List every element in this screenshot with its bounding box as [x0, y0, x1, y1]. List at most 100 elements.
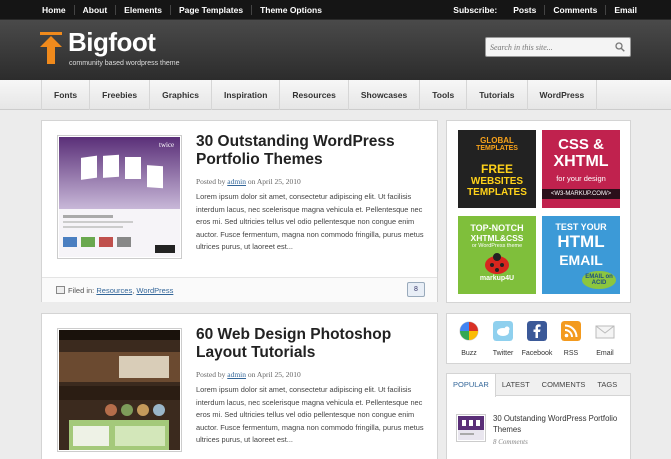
post-thumbnail[interactable] — [57, 328, 182, 452]
category-link-resources[interactable]: Resources — [96, 286, 132, 295]
social-label: RSS — [563, 350, 579, 357]
ad-line: XHTML&CSS — [470, 233, 524, 243]
topnav-page-templates[interactable]: Page Templates — [171, 5, 253, 15]
subscribe-comments[interactable]: Comments — [545, 5, 607, 15]
cat-resources[interactable]: Resources — [280, 80, 349, 110]
thumb-brand-text: twice — [159, 141, 174, 149]
comment-count-badge[interactable]: 8 — [407, 282, 425, 297]
site-header: Bigfoot community based wordpress theme — [0, 20, 671, 80]
facebook-icon — [527, 321, 547, 341]
ad-block: GLOBAL TEMPLATES FREE WEBSITES TEMPLATES… — [446, 120, 631, 303]
post-excerpt: Lorem ipsum dolor sit amet, consectetur … — [196, 192, 424, 252]
ad-email-on-acid[interactable]: TEST YOUR HTML EMAIL EMAIL on ACID — [542, 216, 620, 294]
cat-inspiration[interactable]: Inspiration — [212, 80, 281, 110]
sidebar-tabs: POPULAR LATEST COMMENTS TAGS — [447, 374, 630, 397]
ad-line: HTML — [557, 232, 605, 251]
ad-line: EMAIL on ACID — [582, 271, 616, 289]
ad-line: CSS & — [558, 136, 604, 153]
ad-line: for your design — [556, 174, 606, 183]
post-card: 60 Web Design Photoshop Layout Tutorials… — [41, 313, 438, 459]
post-date: on April 25, 2010 — [247, 370, 301, 379]
topnav-theme-options[interactable]: Theme Options — [252, 5, 330, 15]
social-label: Twitter — [492, 350, 514, 357]
social-links: Buzz Twitter Facebook RSS Email — [446, 313, 631, 364]
cat-fonts[interactable]: Fonts — [42, 80, 91, 110]
category-link-wordpress[interactable]: WordPress — [136, 286, 173, 295]
social-facebook[interactable]: Facebook — [520, 321, 554, 357]
popular-post-title[interactable]: 30 Outstanding WordPress Portfolio Theme… — [493, 413, 623, 435]
search-input[interactable] — [490, 40, 610, 54]
rss-icon — [561, 321, 581, 341]
ad-line: TEST YOUR — [555, 222, 607, 232]
top-bar: Home About Elements Page Templates Theme… — [0, 0, 671, 20]
filed-label: Filed in: — [68, 286, 95, 295]
ad-w3-markup[interactable]: CSS & XHTML for your design <W3-MARKUP.C… — [542, 130, 620, 208]
portfolio-screenshot-image: twice — [59, 137, 180, 257]
popular-post-thumbnail[interactable] — [456, 414, 486, 442]
filed-in: Filed in: Resources, WordPress — [56, 286, 173, 295]
social-buzz[interactable]: Buzz — [452, 321, 486, 357]
cat-showcases[interactable]: Showcases — [349, 80, 421, 110]
folder-icon — [56, 286, 65, 294]
social-label: Buzz — [461, 350, 477, 357]
tab-comments[interactable]: COMMENTS — [536, 374, 592, 395]
ad-line: or WordPress theme — [471, 243, 523, 249]
cat-tools[interactable]: Tools — [420, 80, 468, 110]
subscribe-posts[interactable]: Posts — [505, 5, 546, 15]
popular-thumb-image — [458, 416, 484, 440]
topnav-elements[interactable]: Elements — [116, 5, 171, 15]
tab-popular[interactable]: POPULAR — [447, 374, 496, 397]
site-tagline: community based wordpress theme — [69, 60, 180, 67]
ad-line: markup4U — [479, 275, 515, 282]
subscribe-email[interactable]: Email — [606, 5, 637, 15]
ad-line: WEBSITES — [470, 176, 524, 187]
post-meta: Posted by admin on April 25, 2010 — [196, 177, 301, 186]
search-box — [485, 37, 631, 57]
ad-line: XHTML — [553, 153, 609, 170]
ad-line: TEMPLATES — [467, 187, 527, 198]
post-meta: Posted by admin on April 25, 2010 — [196, 370, 301, 379]
social-label: Email — [596, 350, 614, 357]
site-title[interactable]: Bigfoot — [68, 27, 156, 58]
post-title[interactable]: 60 Web Design Photoshop Layout Tutorials — [196, 326, 426, 362]
ad-line: TEMPLATES — [476, 145, 518, 152]
ad-line: <W3-MARKUP.COM/> — [542, 189, 620, 199]
tab-tags[interactable]: TAGS — [591, 374, 623, 395]
post-title[interactable]: 30 Outstanding WordPress Portfolio Theme… — [196, 133, 426, 169]
subscribe-links: Subscribe: Posts Comments Email — [445, 0, 637, 20]
cat-freebies[interactable]: Freebies — [90, 80, 151, 110]
ad-line: TOP-NOTCH — [470, 223, 524, 233]
photoshop-layout-image — [59, 330, 180, 450]
search-icon[interactable] — [615, 42, 625, 52]
tab-latest[interactable]: LATEST — [496, 374, 536, 395]
cat-wordpress[interactable]: WordPress — [528, 80, 598, 110]
cat-graphics[interactable]: Graphics — [150, 80, 212, 110]
social-twitter[interactable]: Twitter — [486, 321, 520, 357]
logo-arrow-icon[interactable] — [40, 32, 62, 64]
social-email[interactable]: Email — [588, 321, 622, 357]
cat-tutorials[interactable]: Tutorials — [467, 80, 528, 110]
post-date: on April 25, 2010 — [247, 177, 301, 186]
post-card: twice 30 Outstanding WordPress Portfolio… — [41, 120, 438, 302]
top-nav: Home About Elements Page Templates Theme… — [34, 0, 330, 20]
topnav-about[interactable]: About — [75, 5, 117, 15]
popular-post-comments: 8 Comments — [493, 438, 528, 446]
social-rss[interactable]: RSS — [554, 321, 588, 357]
social-label: Facebook — [521, 350, 553, 357]
subscribe-label: Subscribe: — [453, 5, 498, 15]
category-nav: Fonts Freebies Graphics Inspiration Reso… — [0, 80, 671, 110]
ladybug-icon — [485, 253, 509, 274]
buzz-icon — [459, 321, 479, 341]
topnav-home[interactable]: Home — [34, 5, 75, 15]
ad-line: FREE — [480, 162, 513, 176]
envelope-icon — [595, 325, 615, 339]
post-author-link[interactable]: admin — [227, 177, 246, 186]
post-thumbnail[interactable]: twice — [57, 135, 182, 259]
ad-line: GLOBAL — [480, 136, 514, 145]
post-excerpt: Lorem ipsum dolor sit amet, consectetur … — [196, 385, 424, 445]
post-author-link[interactable]: admin — [227, 370, 246, 379]
posted-by-label: Posted by — [196, 370, 226, 379]
twitter-icon — [493, 321, 513, 341]
ad-global-templates[interactable]: GLOBAL TEMPLATES FREE WEBSITES TEMPLATES — [458, 130, 536, 208]
ad-markup4u[interactable]: TOP-NOTCH XHTML&CSS or WordPress theme m… — [458, 216, 536, 294]
